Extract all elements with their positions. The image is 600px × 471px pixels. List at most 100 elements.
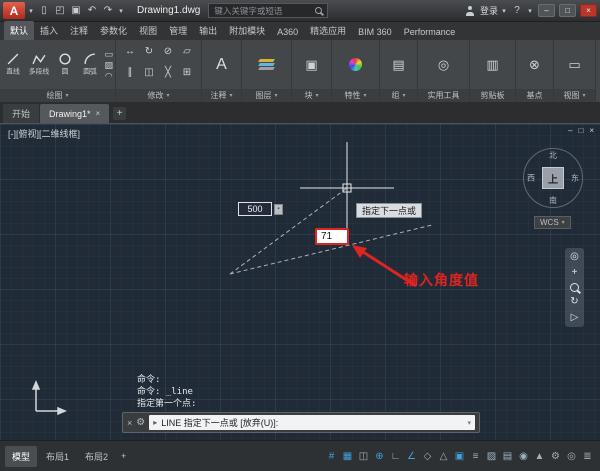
- viewcube-west[interactable]: 西: [527, 173, 535, 184]
- groups-panel-label[interactable]: 组 ▾: [380, 89, 417, 102]
- rectangle-icon[interactable]: ▭: [104, 49, 113, 59]
- start-tab[interactable]: 开始: [3, 104, 39, 123]
- line-tool-button[interactable]: 直线: [2, 52, 24, 77]
- paste-icon[interactable]: ▥: [486, 57, 498, 73]
- help-icon[interactable]: ?: [510, 3, 524, 18]
- object-snap-tracking-icon[interactable]: △: [436, 447, 451, 465]
- layout2-tab[interactable]: 布局2: [78, 446, 115, 467]
- clipboard-panel-label[interactable]: 剪贴板: [470, 89, 515, 102]
- distance-value-field[interactable]: 500: [238, 202, 272, 216]
- polyline-tool-button[interactable]: 多段线: [27, 52, 51, 77]
- add-layout-button[interactable]: +: [117, 447, 130, 465]
- ribbon-tab-bim360[interactable]: BIM 360: [352, 24, 398, 40]
- workspace-gear-icon[interactable]: ⚙: [548, 447, 563, 465]
- block-panel-label[interactable]: 块 ▾: [292, 89, 331, 102]
- maximize-button[interactable]: □: [559, 4, 576, 17]
- zoom-icon[interactable]: [570, 283, 579, 292]
- ribbon-tab-performance[interactable]: Performance: [398, 24, 462, 40]
- save-icon[interactable]: ▣: [69, 3, 83, 18]
- customize-icon[interactable]: ⚙: [136, 417, 145, 428]
- command-input[interactable]: ▸ LINE 指定下一点或 [放弃(U)]: ▾: [149, 415, 475, 430]
- orbit-icon[interactable]: ↻: [570, 296, 578, 308]
- block-icon[interactable]: ▣: [305, 57, 317, 73]
- search-icon[interactable]: [315, 7, 322, 14]
- polar-tracking-icon[interactable]: ∠: [404, 447, 419, 465]
- qat-caret-icon[interactable]: ▾: [117, 3, 125, 18]
- ribbon-tab-view[interactable]: 视图: [133, 21, 163, 40]
- autoscale-icon[interactable]: ▲: [532, 447, 547, 465]
- app-logo-button[interactable]: A: [3, 2, 25, 19]
- viewcube[interactable]: 北 南 西 东 上: [523, 148, 583, 208]
- circle-tool-button[interactable]: 圆: [54, 52, 76, 77]
- ribbon-tab-parametric[interactable]: 参数化: [94, 21, 133, 40]
- basepoint-icon[interactable]: ⊗: [529, 57, 540, 73]
- undo-icon[interactable]: ↶: [85, 3, 99, 18]
- ribbon-tab-addins[interactable]: 附加模块: [223, 21, 271, 40]
- rotate-icon[interactable]: ↻: [145, 46, 153, 57]
- annotation-panel-label[interactable]: 注释 ▾: [202, 89, 241, 102]
- move-icon[interactable]: ↔: [125, 46, 135, 57]
- angle-value-field[interactable]: 71: [315, 228, 349, 245]
- search-box[interactable]: 键入关键字或短语: [208, 3, 328, 18]
- properties-icon[interactable]: [349, 58, 362, 71]
- ortho-mode-icon[interactable]: ∟: [388, 447, 403, 465]
- recent-commands-icon[interactable]: ▾: [467, 419, 471, 427]
- lineweight-icon[interactable]: ≡: [468, 447, 483, 465]
- layers-icon[interactable]: [259, 59, 274, 70]
- ribbon-tab-a360[interactable]: A360: [271, 24, 304, 40]
- annotation-visibility-icon[interactable]: ◉: [516, 447, 531, 465]
- group-icon[interactable]: ▤: [392, 57, 404, 73]
- layout1-tab[interactable]: 布局1: [39, 446, 76, 467]
- ribbon-tab-annotate[interactable]: 注释: [64, 21, 94, 40]
- modify-panel-label[interactable]: 修改 ▾: [116, 89, 201, 102]
- steering-wheel-icon[interactable]: ◎: [570, 251, 579, 263]
- view-icon[interactable]: ▭: [568, 57, 580, 73]
- ribbon-tab-output[interactable]: 输出: [193, 21, 223, 40]
- close-tab-icon[interactable]: ×: [96, 109, 101, 118]
- object-snap-icon[interactable]: ▣: [452, 447, 467, 465]
- signin-button[interactable]: 登录: [480, 4, 498, 17]
- ribbon-tab-insert[interactable]: 插入: [34, 21, 64, 40]
- model-tab[interactable]: 模型: [5, 446, 37, 467]
- new-file-icon[interactable]: ▯: [37, 3, 51, 18]
- trim-icon[interactable]: ⊘: [164, 46, 172, 57]
- redo-icon[interactable]: ↷: [101, 3, 115, 18]
- help-caret-icon[interactable]: ▾: [526, 3, 534, 18]
- pan-icon[interactable]: +: [572, 267, 578, 279]
- ribbon-tab-featured-apps[interactable]: 精选应用: [304, 21, 352, 40]
- text-tool-icon[interactable]: A: [216, 56, 227, 74]
- showmotion-icon[interactable]: ▷: [571, 312, 579, 324]
- arc-tool-button[interactable]: 圆弧: [79, 52, 101, 77]
- snap-mode-icon[interactable]: ▦: [340, 447, 355, 465]
- customization-icon[interactable]: ≣: [580, 447, 595, 465]
- stretch-icon[interactable]: ▱: [183, 46, 191, 57]
- close-button[interactable]: ×: [580, 4, 597, 17]
- ellipse-arc-icon[interactable]: ◠: [105, 71, 113, 81]
- drawing1-tab[interactable]: Drawing1* ×: [40, 104, 109, 123]
- properties-panel-label[interactable]: 特性 ▾: [332, 89, 379, 102]
- basepoint-panel-label[interactable]: 基点: [516, 89, 553, 102]
- hatch-icon[interactable]: ▨: [104, 60, 113, 70]
- logo-caret-icon[interactable]: ▾: [27, 3, 35, 18]
- drawing-canvas[interactable]: [-][俯视][二维线框] – □ ×: [0, 123, 600, 440]
- viewcube-top-face[interactable]: 上: [542, 167, 564, 189]
- isodraft-icon[interactable]: ◇: [420, 447, 435, 465]
- wcs-selector[interactable]: WCS ▾: [534, 216, 571, 229]
- transparency-icon[interactable]: ▨: [484, 447, 499, 465]
- mirror-icon[interactable]: ◫: [144, 67, 153, 78]
- measure-icon[interactable]: ◎: [438, 57, 449, 73]
- viewcube-south[interactable]: 南: [549, 195, 557, 206]
- draw-panel-label[interactable]: 绘图 ▾: [0, 89, 115, 102]
- layers-panel-label[interactable]: 图层 ▾: [242, 89, 291, 102]
- open-file-icon[interactable]: ◰: [53, 3, 67, 18]
- dynamic-input-icon[interactable]: ⊕: [372, 447, 387, 465]
- ribbon-tab-default[interactable]: 默认: [4, 21, 34, 40]
- erase-icon[interactable]: ╳: [165, 67, 171, 78]
- new-drawing-button[interactable]: +: [113, 107, 126, 120]
- offset-icon[interactable]: ∥: [128, 67, 133, 78]
- minimize-button[interactable]: –: [538, 4, 555, 17]
- close-command-icon[interactable]: ×: [127, 418, 132, 428]
- viewcube-east[interactable]: 东: [571, 173, 579, 184]
- infer-constraints-icon[interactable]: ◫: [356, 447, 371, 465]
- utilities-panel-label[interactable]: 实用工具: [418, 89, 469, 102]
